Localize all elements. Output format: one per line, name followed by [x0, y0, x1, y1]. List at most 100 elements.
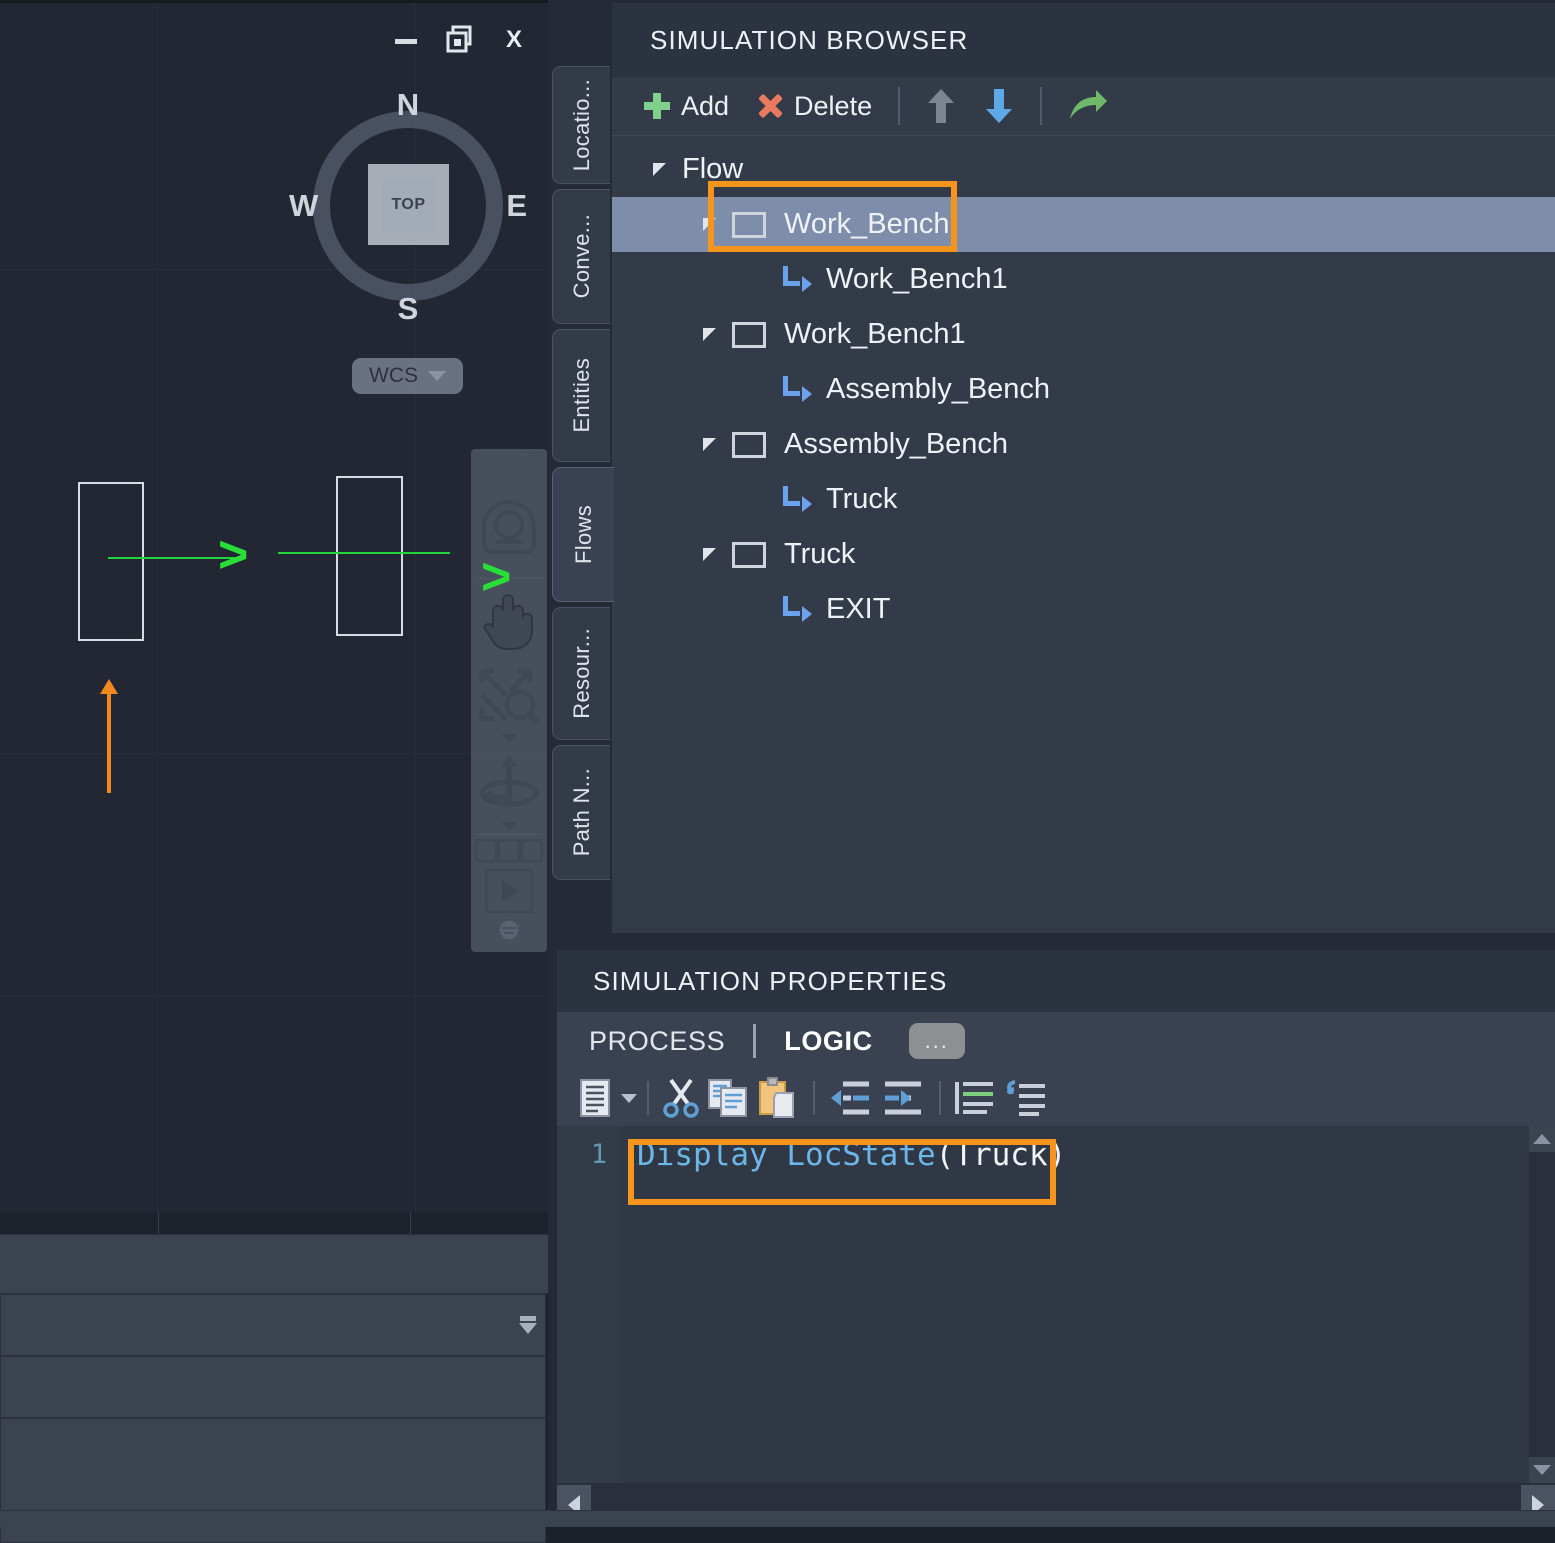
location-shape-workbench[interactable]: [78, 482, 144, 641]
add-button[interactable]: Add: [630, 83, 743, 129]
move-up-button[interactable]: [912, 83, 970, 129]
properties-tab-row[interactable]: PROCESS LOGIC ...: [557, 1012, 1555, 1070]
coordinate-system-selector[interactable]: WCS: [352, 358, 463, 394]
route-icon: [780, 485, 812, 514]
caret-down-icon[interactable]: [702, 328, 716, 341]
forward-arrow-icon: [1070, 90, 1108, 119]
code-editor-toolbar[interactable]: [557, 1070, 1555, 1126]
route-direction-arrow: >: [218, 526, 249, 584]
caret-down-icon[interactable]: [652, 163, 666, 176]
sidebar-tab-label: Entities: [568, 358, 594, 433]
tab-logic[interactable]: LOGIC: [762, 1026, 895, 1057]
chevron-down-icon[interactable]: [501, 822, 517, 832]
comment-icon[interactable]: [951, 1076, 1001, 1120]
expand-caret-slot[interactable]: [686, 438, 732, 451]
location-icon: [732, 321, 766, 348]
sidebar-tab-entities[interactable]: Entities: [552, 329, 610, 462]
tree-node-label: Assembly_Bench: [784, 428, 1009, 460]
tree-node-label: Flow: [682, 153, 744, 185]
spinner-control[interactable]: [519, 1316, 537, 1334]
code-editor[interactable]: 1 Display LocState(Truck): [557, 1126, 1555, 1527]
navbar-close-icon[interactable]: [471, 449, 547, 475]
steering-wheel-icon[interactable]: >: [471, 475, 547, 603]
spinner-up-bar[interactable]: [520, 1316, 536, 1321]
view-cube[interactable]: TOP: [368, 164, 449, 245]
caret-down-icon[interactable]: [702, 548, 716, 561]
chevron-down-icon[interactable]: [428, 371, 446, 381]
caret-down-icon[interactable]: [702, 438, 716, 451]
3d-viewport[interactable]: > X N S W E TOP WCS >: [0, 0, 548, 1215]
sidebar-tab-resources[interactable]: Resour...: [552, 607, 610, 740]
expand-caret-slot[interactable]: [686, 218, 732, 231]
tree-node-label: Truck: [826, 483, 898, 515]
arrow-down-icon: [986, 89, 1013, 123]
panel-tab-strip[interactable]: Locatio... Conve... Entities Flows Resou…: [552, 66, 614, 885]
play-icon[interactable]: [471, 867, 547, 915]
expand-caret-slot[interactable]: [686, 548, 732, 561]
cut-icon[interactable]: [659, 1076, 703, 1120]
scroll-down-button[interactable]: [1529, 1457, 1555, 1483]
sidebar-tab-conveyors[interactable]: Conve...: [552, 189, 610, 324]
views-icon[interactable]: [471, 835, 547, 866]
caret-down-icon: [1533, 1465, 1551, 1475]
view-compass[interactable]: N S W E TOP: [289, 87, 527, 326]
indent-icon[interactable]: [877, 1076, 929, 1120]
close-icon[interactable]: X: [500, 25, 528, 53]
outdent-icon[interactable]: [825, 1076, 877, 1120]
chevron-down-icon[interactable]: [621, 1093, 637, 1103]
code-token-plain: (Truck): [935, 1137, 1067, 1173]
expand-caret-slot[interactable]: [686, 328, 732, 341]
uncomment-icon[interactable]: [1001, 1076, 1051, 1120]
browser-toolbar[interactable]: Add Delete: [612, 77, 1555, 136]
plus-icon: [644, 93, 670, 119]
delete-button[interactable]: Delete: [743, 83, 886, 129]
tree-row-work-bench1-child[interactable]: Work_Bench1: [612, 252, 1555, 307]
flow-tree[interactable]: Flow Work_Bench Work_Bench1 Work_Bench1 …: [612, 136, 1555, 637]
copy-icon[interactable]: [703, 1076, 753, 1120]
scroll-up-button[interactable]: [1529, 1126, 1555, 1152]
more-options-button[interactable]: ...: [908, 1023, 965, 1059]
caret-down-icon[interactable]: [702, 218, 716, 231]
tab-process[interactable]: PROCESS: [567, 1026, 747, 1057]
code-line[interactable]: Display LocState(Truck): [619, 1126, 1529, 1184]
vertical-scrollbar[interactable]: [1529, 1126, 1555, 1483]
spinner-down-caret[interactable]: [519, 1323, 537, 1334]
tree-node-label: Truck: [784, 538, 856, 570]
chevron-down-icon[interactable]: [501, 733, 517, 743]
sidebar-tab-locations[interactable]: Locatio...: [552, 66, 610, 184]
sidebar-tab-path-networks[interactable]: Path N...: [552, 745, 610, 880]
simulation-properties-panel: SIMULATION PROPERTIES PROCESS LOGIC ...: [557, 950, 1555, 1527]
minimize-icon[interactable]: [392, 25, 420, 53]
zoom-icon[interactable]: [471, 659, 547, 731]
restore-icon[interactable]: [446, 25, 474, 53]
expand-caret-slot[interactable]: [636, 163, 682, 176]
move-down-button[interactable]: [970, 83, 1028, 129]
insert-statement-icon[interactable]: [573, 1076, 617, 1120]
bottom-panel-row-with-spinner[interactable]: [0, 1294, 546, 1356]
line-number: 1: [590, 1139, 607, 1170]
tree-row-assembly-bench-child[interactable]: Assembly_Bench: [612, 362, 1555, 417]
tree-row-assembly-bench[interactable]: Assembly_Bench: [612, 417, 1555, 472]
bottom-panel-header-divider: [410, 1212, 411, 1234]
tree-row-truck[interactable]: Truck: [612, 527, 1555, 582]
paste-icon[interactable]: [753, 1076, 803, 1120]
route-icon: [780, 375, 812, 404]
navigation-bar[interactable]: >: [471, 449, 547, 952]
orbit-icon[interactable]: [471, 746, 547, 820]
bottom-panel-row[interactable]: [0, 1234, 548, 1294]
tree-row-flow[interactable]: Flow: [612, 142, 1555, 197]
bottom-panel-row[interactable]: [0, 1356, 546, 1418]
bottom-left-panels: [0, 1212, 548, 1543]
forward-button[interactable]: [1054, 83, 1122, 129]
tree-row-work-bench1[interactable]: Work_Bench1: [612, 307, 1555, 362]
sidebar-tab-label: Conve...: [568, 214, 594, 299]
sidebar-tab-flows[interactable]: Flows: [552, 467, 614, 602]
navbar-grip-icon[interactable]: [471, 915, 547, 946]
tree-row-truck-child[interactable]: Truck: [612, 472, 1555, 527]
tree-row-work-bench[interactable]: Work_Bench: [612, 197, 1555, 252]
sidebar-tab-label: Flows: [570, 505, 596, 564]
window-controls[interactable]: X: [392, 25, 528, 53]
tree-row-exit[interactable]: EXIT: [612, 582, 1555, 637]
code-text-area[interactable]: Display LocState(Truck): [619, 1126, 1529, 1483]
location-shape-workbench1[interactable]: [336, 476, 403, 636]
